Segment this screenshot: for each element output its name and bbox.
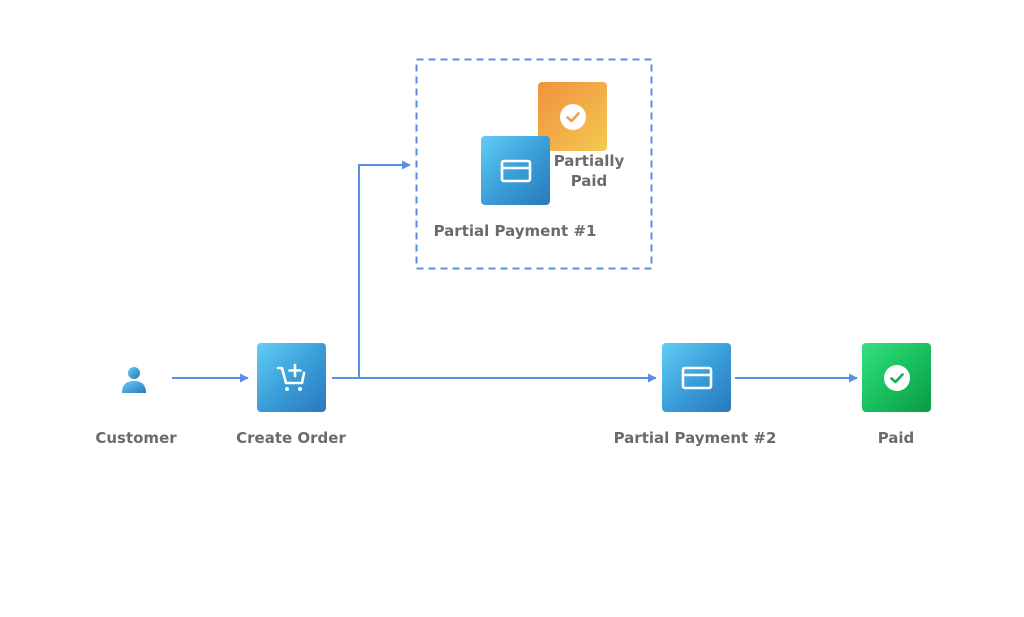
partially-paid-label-line1: Partially xyxy=(553,152,625,170)
paid-label: Paid xyxy=(877,429,915,447)
customer-node[interactable] xyxy=(115,360,155,400)
partial-payment-2-label: Partial Payment #2 xyxy=(613,429,777,447)
credit-card-icon xyxy=(500,159,531,182)
connector-layer xyxy=(172,58,858,383)
partially-paid-label-line2: Paid xyxy=(570,172,608,190)
create-order-label: Create Order xyxy=(236,429,346,447)
customer-label: Customer xyxy=(95,429,177,447)
paid-node[interactable] xyxy=(862,343,931,412)
partial-payment-1-node[interactable] xyxy=(481,136,550,205)
user-icon xyxy=(122,367,146,393)
partial-payment-1-label: Partial Payment #1 xyxy=(433,222,597,240)
edge-create-order-to-partial-payment-1 xyxy=(358,160,411,378)
partial-payment-2-node[interactable] xyxy=(662,343,731,412)
check-circle-icon xyxy=(559,103,586,130)
create-order-node[interactable] xyxy=(257,343,326,412)
check-circle-icon xyxy=(883,364,910,391)
credit-card-icon xyxy=(681,366,712,389)
cart-add-icon xyxy=(276,363,305,391)
